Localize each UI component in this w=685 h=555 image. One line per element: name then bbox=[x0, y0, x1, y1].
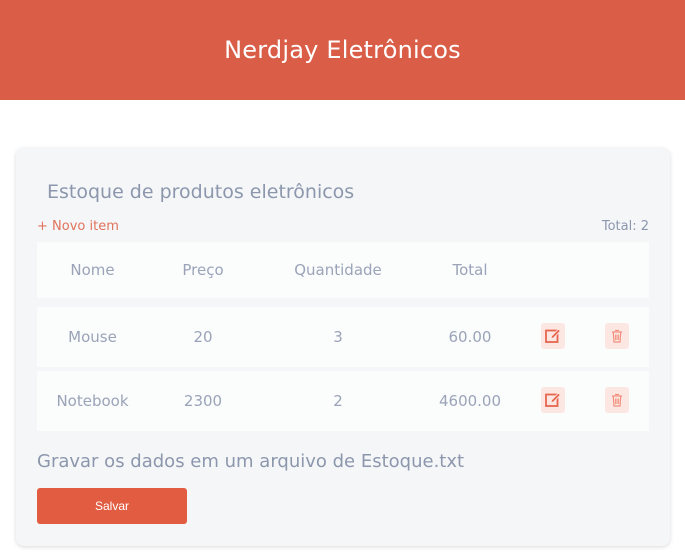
inventory-title: Estoque de produtos eletrônicos bbox=[47, 181, 355, 203]
app-title: Nerdjay Eletrônicos bbox=[224, 36, 461, 64]
save-button[interactable]: Salvar bbox=[37, 488, 187, 524]
table-row: Notebook 2300 2 4600.00 bbox=[37, 371, 649, 431]
cell-preco: 20 bbox=[193, 328, 213, 346]
trash-icon bbox=[612, 393, 622, 407]
delete-button[interactable] bbox=[605, 387, 629, 413]
app-header: Nerdjay Eletrônicos bbox=[0, 0, 685, 100]
cell-quantidade: 2 bbox=[333, 392, 343, 410]
cell-nome: Mouse bbox=[68, 328, 117, 346]
inventory-card: Estoque de produtos eletrônicos + Novo i… bbox=[16, 148, 670, 546]
cell-preco: 2300 bbox=[183, 392, 223, 410]
column-header-preco: Preço bbox=[182, 261, 224, 279]
cell-quantidade: 3 bbox=[333, 328, 343, 346]
trash-icon bbox=[612, 329, 622, 343]
edit-icon bbox=[545, 328, 562, 343]
table-header-row: Nome Preço Quantidade Total bbox=[37, 242, 649, 298]
edit-button[interactable] bbox=[541, 387, 565, 413]
cell-nome: Notebook bbox=[56, 392, 129, 410]
column-header-nome: Nome bbox=[70, 261, 115, 279]
edit-icon bbox=[545, 392, 562, 407]
new-item-link[interactable]: + Novo item bbox=[37, 219, 119, 234]
delete-button[interactable] bbox=[605, 323, 629, 349]
table-row: Mouse 20 3 60.00 bbox=[37, 307, 649, 367]
total-count: Total: 2 bbox=[601, 219, 649, 234]
column-header-total: Total bbox=[452, 261, 488, 279]
edit-button[interactable] bbox=[541, 323, 565, 349]
cell-total: 60.00 bbox=[448, 328, 492, 346]
cell-total: 4600.00 bbox=[438, 392, 502, 410]
save-caption: Gravar os dados em um arquivo de Estoque… bbox=[37, 451, 465, 472]
column-header-quantidade: Quantidade bbox=[294, 261, 382, 279]
